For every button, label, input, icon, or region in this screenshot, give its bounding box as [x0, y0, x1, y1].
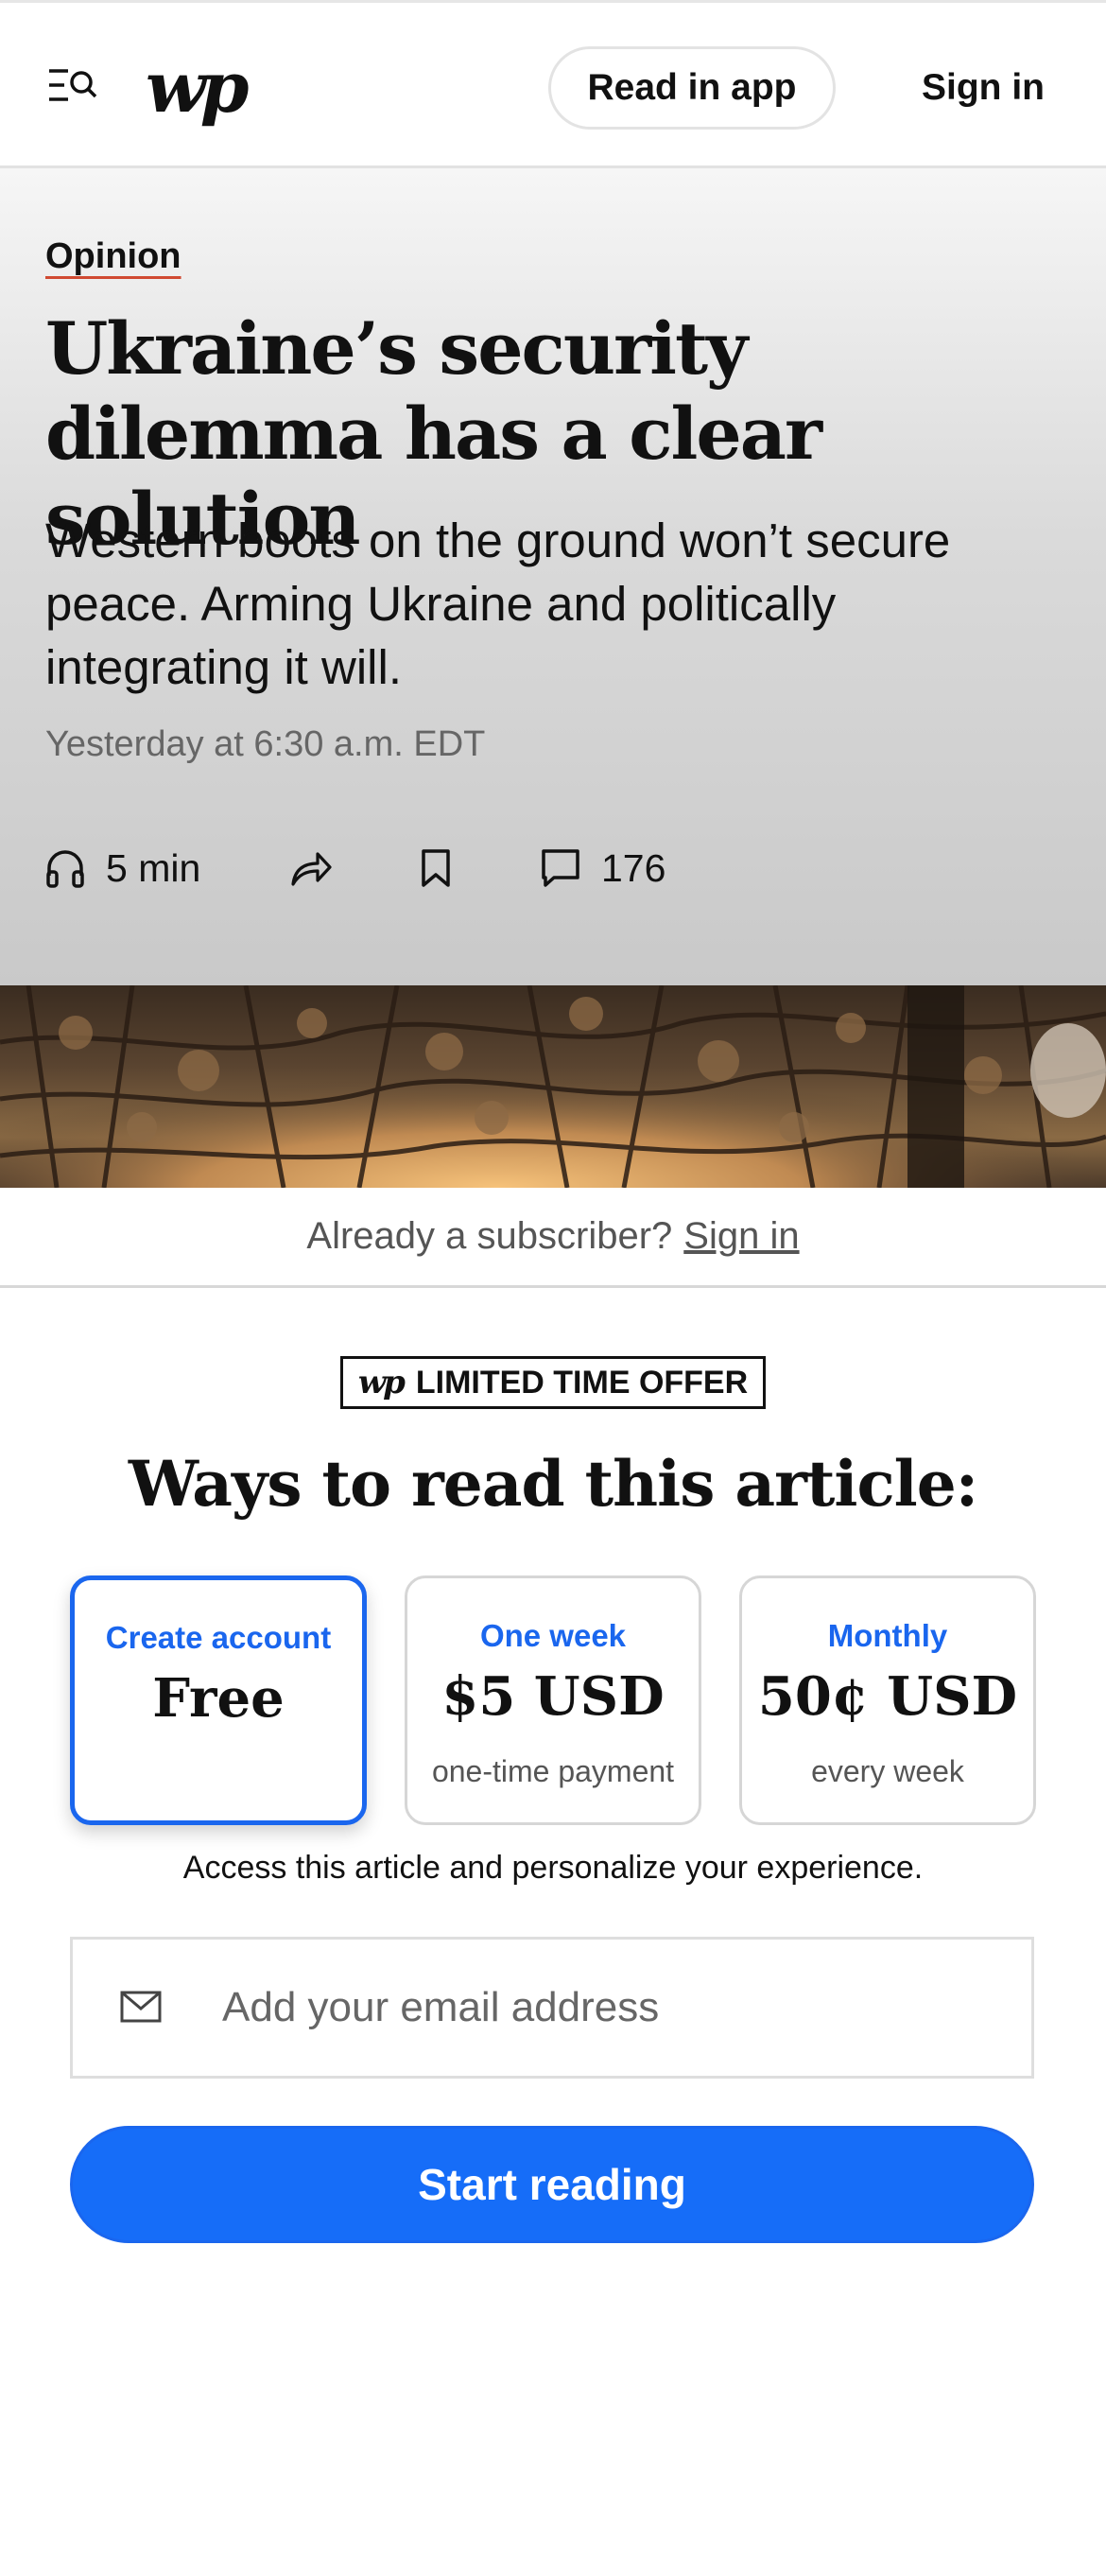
- start-reading-button[interactable]: Start reading: [70, 2126, 1034, 2243]
- site-header: wp Read in app Sign in: [0, 0, 1106, 168]
- listen-duration: 5 min: [106, 845, 201, 890]
- share-icon: [289, 848, 333, 888]
- mail-icon: [120, 1991, 162, 2028]
- subscriber-prompt: Already a subscriber?: [306, 1215, 673, 1257]
- plan-name: Create account: [105, 1620, 332, 1655]
- article-dek: Western boots on the ground won’t secure…: [45, 513, 951, 694]
- comments-count: 176: [601, 845, 666, 890]
- plan-one-week[interactable]: One week $5 USD one-time payment: [405, 1575, 701, 1825]
- plan-name: One week: [479, 1618, 627, 1653]
- headphones-icon: [45, 847, 85, 889]
- read-in-app-button[interactable]: Read in app: [548, 46, 836, 130]
- subscriber-bar: Already a subscriber? Sign in: [0, 1188, 1106, 1288]
- limited-offer-badge: wp LIMITED TIME OFFER: [340, 1356, 766, 1409]
- bookmark-icon: [420, 848, 452, 888]
- subscriber-sign-in-link[interactable]: Sign in: [683, 1215, 799, 1258]
- article-dateline: Yesterday at 6:30 a.m. EDT: [45, 724, 486, 764]
- email-field[interactable]: [70, 1937, 1034, 2079]
- article-actions: 5 min 176: [45, 830, 991, 906]
- comments-button[interactable]: 176: [541, 830, 665, 906]
- article-header: Opinion Ukraine’s security dilemma has a…: [0, 168, 1106, 985]
- plan-create-account[interactable]: Create account Free: [70, 1575, 367, 1825]
- section-kicker[interactable]: Opinion: [45, 236, 181, 277]
- plan-price: $5 USD: [441, 1665, 665, 1728]
- access-description: Access this article and personalize your…: [182, 1850, 924, 1886]
- plan-note: every week: [811, 1754, 964, 1788]
- share-button[interactable]: [289, 830, 333, 906]
- plan-price: Free: [152, 1667, 285, 1730]
- washington-post-logo[interactable]: wp: [146, 50, 249, 126]
- sign-in-button[interactable]: Sign in: [889, 46, 1078, 130]
- save-button[interactable]: [420, 830, 452, 906]
- plan-price: 50¢ USD: [757, 1665, 1018, 1728]
- offer-badge-text: LIMITED TIME OFFER: [415, 1364, 749, 1401]
- plan-monthly[interactable]: Monthly 50¢ USD every week: [739, 1575, 1036, 1825]
- wp-mark-icon: wp: [357, 1364, 406, 1401]
- listen-button[interactable]: 5 min: [45, 830, 200, 906]
- plan-note: one-time payment: [431, 1754, 675, 1788]
- article-hero-image: [0, 985, 1106, 1188]
- email-input[interactable]: [222, 1940, 997, 2076]
- plan-name: Monthly: [827, 1618, 948, 1653]
- comment-icon: [541, 848, 580, 888]
- menu-search-icon[interactable]: [47, 65, 98, 107]
- offer-title: Ways to read this article:: [128, 1447, 978, 1521]
